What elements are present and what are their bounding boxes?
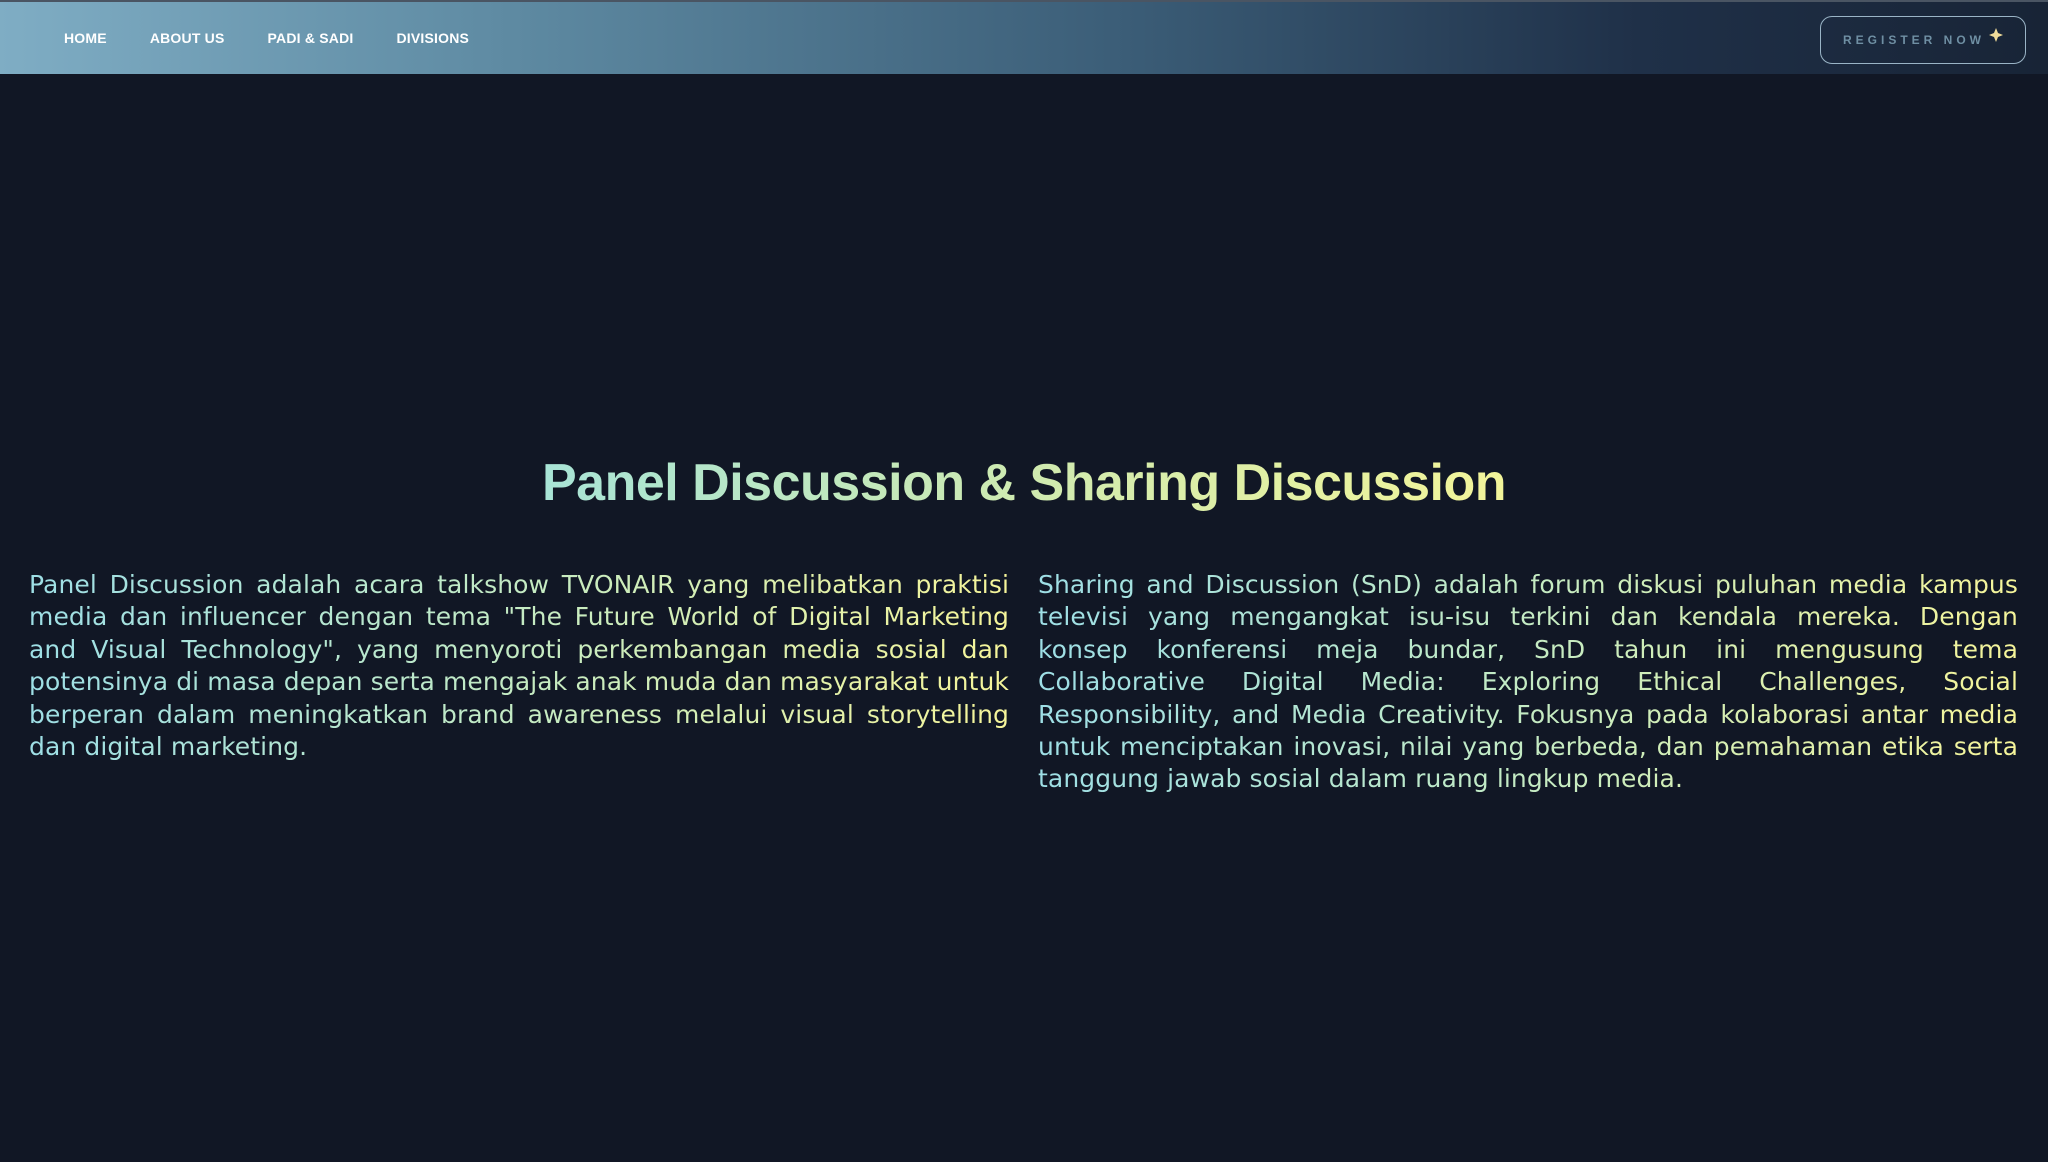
- register-now-button[interactable]: REGISTER NOW: [1820, 16, 2026, 64]
- nav-link-padi-sadi[interactable]: PADI & SADI: [268, 30, 354, 46]
- section-title-text: Panel Discussion & Sharing Discussion: [542, 454, 1507, 512]
- register-now-label: REGISTER NOW: [1842, 33, 1985, 47]
- nav-link-divisions[interactable]: DIVISIONS: [396, 30, 469, 46]
- nav-links: HOME ABOUT US PADI & SADI DIVISIONS: [64, 2, 512, 74]
- top-navbar: HOME ABOUT US PADI & SADI DIVISIONS REGI…: [0, 0, 2048, 74]
- section-title: Panel Discussion & Sharing Discussion: [0, 448, 2048, 518]
- spark-icon: [1989, 27, 2003, 45]
- nav-link-about-us[interactable]: ABOUT US: [150, 30, 225, 46]
- spark-icon-svg: [1989, 27, 2003, 42]
- panel-discussion-description: Panel Discussion adalah acara talkshow T…: [29, 569, 1009, 763]
- sharing-discussion-description: Sharing and Discussion (SnD) adalah foru…: [1038, 569, 2018, 796]
- nav-link-home[interactable]: HOME: [64, 30, 107, 46]
